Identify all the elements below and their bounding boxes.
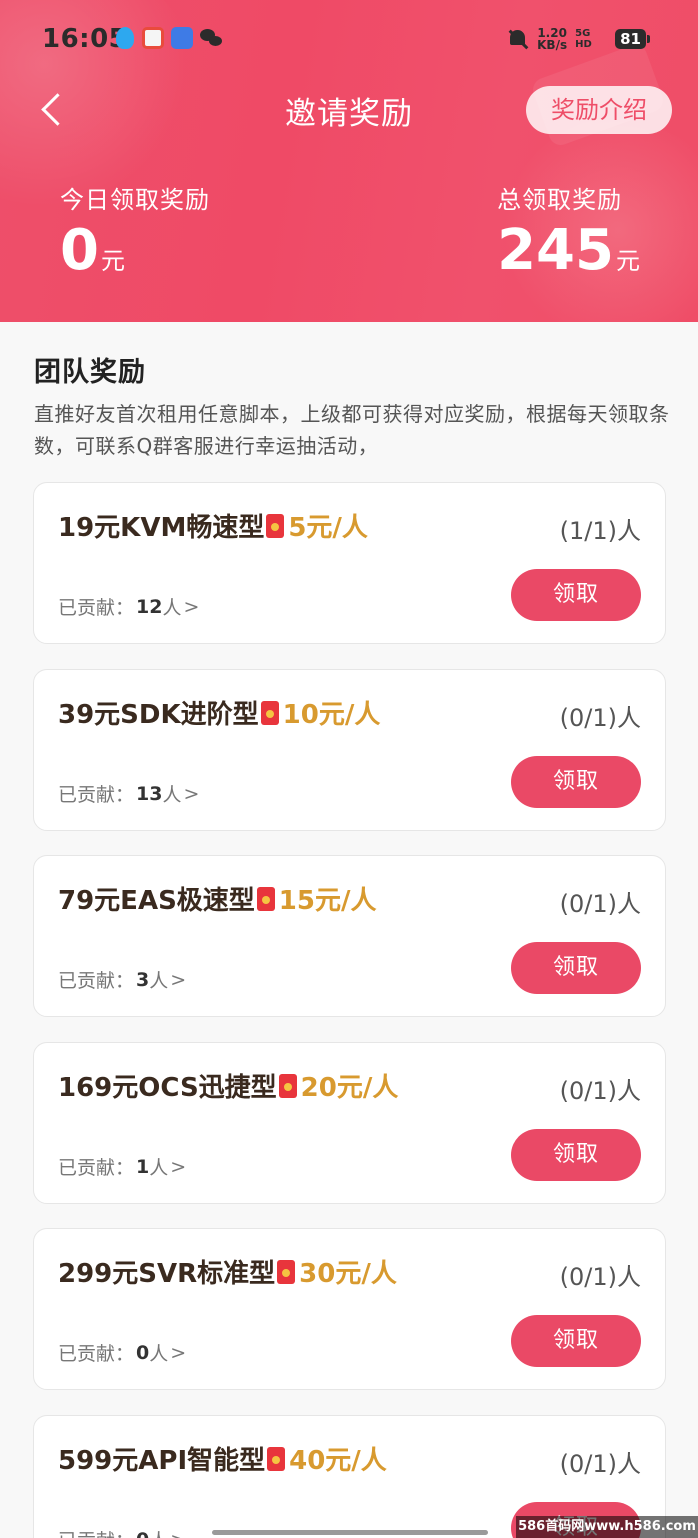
- contributed-label: 已贡献：: [58, 1526, 134, 1538]
- section-description: 直推好友首次租用任意脚本，上级都可获得对应奖励，根据每天领取条数，可联系Q群客服…: [34, 402, 670, 458]
- contributed-suffix: 人: [162, 784, 182, 806]
- battery-icon: 81: [615, 29, 650, 49]
- watermark: 586首码网www.h586.com: [516, 1516, 698, 1538]
- contributed-label: 已贡献：: [58, 597, 135, 619]
- contributed-suffix: 人: [162, 597, 182, 619]
- status-time: 16:05: [42, 24, 128, 54]
- claim-button[interactable]: 领取: [511, 942, 641, 994]
- card-reward-amount: 30元/人: [299, 1259, 397, 1289]
- card-title: 39元SDK进阶型 10元/人: [58, 694, 380, 731]
- card-reward-amount: 5元/人: [288, 513, 368, 543]
- red-envelope-icon: [260, 700, 279, 725]
- reward-card: 39元SDK进阶型 10元/人 (0/1)人已贡献： 13 人 > 领取: [33, 669, 666, 831]
- claim-button[interactable]: 领取: [511, 1129, 641, 1181]
- contributed-count: 3: [136, 968, 150, 991]
- card-title: 599元API智能型 40元/人: [58, 1440, 387, 1477]
- app-notification-icon: [142, 27, 164, 49]
- section-title: 团队奖励: [34, 357, 146, 388]
- chevron-right-icon: >: [183, 782, 200, 805]
- card-title: 19元KVM畅速型 5元/人: [58, 507, 368, 544]
- contributed-label: 已贡献：: [58, 1157, 135, 1179]
- contributed-count: 12: [136, 595, 163, 618]
- chevron-right-icon: >: [170, 1529, 186, 1538]
- red-envelope-icon: [267, 1446, 286, 1471]
- contributed-count: 13: [136, 782, 163, 805]
- header-banner: 16:05 1.20 KB/s 5G HD 81 邀请奖励 奖励介绍 今日领取奖…: [0, 0, 698, 322]
- card-reward-amount: 10元/人: [282, 700, 381, 730]
- card-contributed[interactable]: 已贡献： 1 人 >: [58, 1153, 186, 1180]
- card-reward-amount: 40元/人: [289, 1446, 387, 1476]
- card-claim-count: (0/1)人: [559, 1263, 641, 1291]
- card-product-name: 19元KVM畅速型: [58, 513, 265, 543]
- card-title: 299元SVR标准型 30元/人: [58, 1253, 397, 1290]
- mute-icon: [507, 28, 529, 50]
- today-reward-value: 0: [60, 218, 99, 283]
- card-product-name: 299元SVR标准型: [58, 1259, 276, 1289]
- reward-intro-button[interactable]: 奖励介绍: [526, 86, 672, 134]
- card-reward-amount: 15元/人: [278, 886, 377, 916]
- contributed-label: 已贡献：: [58, 784, 135, 806]
- reward-card: 169元OCS迅捷型 20元/人 (0/1)人已贡献： 1 人 > 领取: [33, 1042, 666, 1204]
- team-reward-section: 团队奖励 直推好友首次租用任意脚本，上级都可获得对应奖励，根据每天领取条数，可联…: [0, 322, 698, 1538]
- card-contributed[interactable]: 已贡献： 3 人 >: [58, 966, 186, 993]
- card-contributed[interactable]: 已贡献：0人>: [58, 1339, 186, 1366]
- card-contributed[interactable]: 已贡献： 12 人 >: [58, 593, 199, 620]
- card-claim-count: (0/1)人: [559, 1077, 641, 1105]
- card-claim-count: (0/1)人: [559, 704, 641, 732]
- card-reward-amount: 20元/人: [300, 1073, 399, 1103]
- red-envelope-icon: [256, 886, 275, 911]
- chevron-right-icon: >: [170, 1341, 187, 1364]
- total-reward-value-group: 245 元: [497, 221, 640, 281]
- status-right: 1.20 KB/s 5G HD 81: [507, 26, 650, 52]
- chevron-right-icon: >: [183, 595, 200, 618]
- reward-card: 299元SVR标准型 30元/人 (0/1)人已贡献： 0 人 > 领取: [33, 1228, 666, 1390]
- message-icon: [171, 27, 193, 49]
- reward-card: 79元EAS极速型 15元/人 (0/1)人已贡献： 3 人 > 领取: [33, 855, 666, 1017]
- red-envelope-icon: [278, 1073, 297, 1098]
- wechat-icon: [200, 29, 224, 49]
- contributed-count: 0: [136, 1341, 150, 1364]
- contributed-suffix: 人: [149, 1526, 168, 1538]
- contributed-suffix: 人: [149, 970, 169, 992]
- total-reward-summary: 总领取奖励 245 元: [497, 180, 640, 281]
- chevron-right-icon: >: [170, 968, 187, 991]
- card-claim-count: (0/1)人: [559, 890, 641, 918]
- network-speed-unit: KB/s: [537, 38, 568, 52]
- today-reward-summary: 今日领取奖励 0 元: [60, 180, 210, 281]
- card-contributed[interactable]: 已贡献：0人>: [58, 1526, 186, 1538]
- card-claim-count: (0/1)人: [559, 1450, 641, 1478]
- claim-button[interactable]: 领取: [511, 756, 641, 808]
- home-indicator[interactable]: [212, 1530, 488, 1535]
- qq-icon: [116, 27, 134, 49]
- today-reward-unit: 元: [100, 247, 125, 275]
- red-envelope-icon: [277, 1259, 296, 1284]
- contributed-label: 已贡献：: [58, 970, 135, 992]
- card-product-name: 79元EAS极速型: [58, 886, 255, 916]
- claim-button[interactable]: 领取: [511, 569, 641, 621]
- today-reward-value-group: 0 元: [60, 221, 210, 281]
- chevron-right-icon: >: [170, 1155, 187, 1178]
- total-reward-value: 245: [497, 218, 614, 283]
- card-claim-count: (1/1)人: [559, 517, 641, 545]
- card-title: 79元EAS极速型 15元/人: [58, 880, 376, 917]
- card-product-name: 39元SDK进阶型: [58, 700, 259, 730]
- contributed-count: 0: [136, 1529, 149, 1538]
- card-product-name: 169元OCS迅捷型: [58, 1073, 277, 1103]
- card-title: 169元OCS迅捷型 20元/人: [58, 1067, 398, 1104]
- signal-icon: 5G HD: [575, 28, 592, 50]
- contributed-count: 1: [136, 1155, 150, 1178]
- claim-button[interactable]: 领取: [511, 1315, 641, 1367]
- red-envelope-icon: [266, 513, 285, 538]
- contributed-suffix: 人: [149, 1157, 169, 1179]
- total-reward-unit: 元: [616, 247, 640, 275]
- card-contributed[interactable]: 已贡献： 13 人 >: [58, 780, 199, 807]
- card-product-name: 599元API智能型: [58, 1446, 266, 1476]
- contributed-label: 已贡献：: [58, 1343, 135, 1365]
- total-reward-label: 总领取奖励: [497, 186, 623, 214]
- contributed-suffix: 人: [149, 1343, 169, 1365]
- network-speed: 1.20 KB/s: [537, 27, 567, 51]
- today-reward-label: 今日领取奖励: [60, 186, 210, 214]
- status-bar: 16:05 1.20 KB/s 5G HD 81: [0, 0, 698, 80]
- reward-card: 19元KVM畅速型 5元/人 (1/1)人已贡献： 12 人 > 领取: [33, 482, 666, 644]
